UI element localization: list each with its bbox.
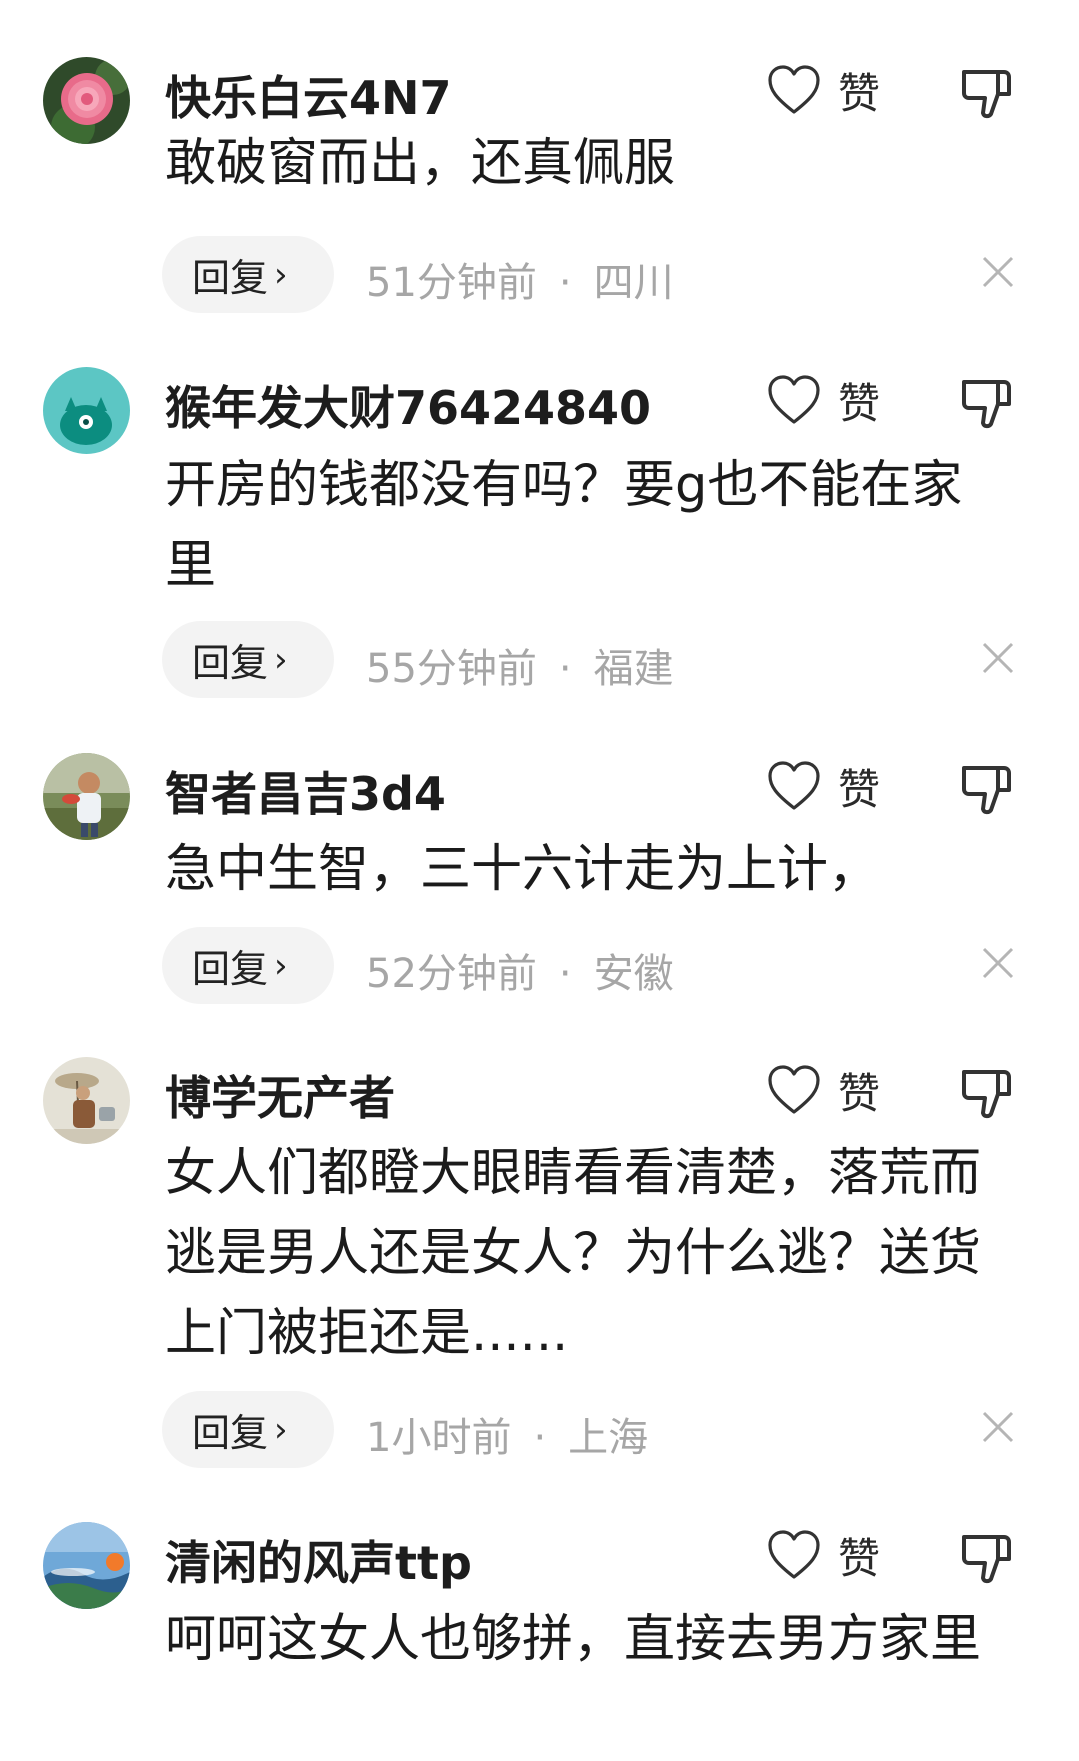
heart-icon[interactable] [766, 1529, 822, 1581]
like-label[interactable]: 赞 [838, 370, 880, 431]
comment-location: 四川 [593, 260, 674, 306]
like-label[interactable]: 赞 [838, 756, 880, 817]
comment-text: 呵呵这女人也够拼，直接去男方家里 [165, 1610, 982, 1669]
reply-label: 回复 [192, 1411, 269, 1455]
reply-button[interactable]: 回复 › [162, 927, 334, 1004]
avatar[interactable] [43, 1057, 130, 1144]
comment-text: 急中生智，三十六计走为上计， [165, 840, 880, 899]
close-icon[interactable] [978, 638, 1018, 678]
comment-time: 1小时前 [366, 1415, 512, 1461]
rose-avatar-icon [43, 57, 130, 144]
comment-time: 55分钟前 [366, 646, 537, 692]
heart-icon[interactable] [766, 374, 822, 426]
username[interactable]: 清闲的风声ttp [165, 1527, 472, 1593]
username[interactable]: 快乐白云4N7 [165, 62, 452, 128]
comment-location: 上海 [568, 1415, 649, 1461]
like-label[interactable]: 赞 [838, 1525, 880, 1586]
comment-meta: 52分钟前 · 安徽 [366, 941, 674, 999]
thumbs-down-icon[interactable] [958, 374, 1016, 432]
comment-text: 开房的钱都没有吗？要g也不能在家里 [165, 456, 963, 595]
like-label[interactable]: 赞 [838, 1060, 880, 1121]
heart-icon[interactable] [766, 1064, 822, 1116]
meta-separator: · [558, 951, 572, 997]
thumbs-down-icon[interactable] [958, 64, 1016, 122]
meta-separator: · [558, 260, 572, 306]
comment-location: 福建 [593, 646, 674, 692]
avatar[interactable] [43, 1522, 130, 1609]
comment-text: 女人们都瞪大眼睛看看清楚，落荒而逃是男人还是女人？为什么逃？送货上门被拒还是..… [165, 1144, 982, 1363]
avatar[interactable] [43, 57, 130, 144]
landscape-avatar-icon [43, 1522, 130, 1609]
chevron-right-icon: › [274, 945, 288, 986]
like-label[interactable]: 赞 [838, 60, 880, 121]
comment-meta: 55分钟前 · 福建 [366, 636, 674, 694]
comment-meta: 51分钟前 · 四川 [366, 250, 674, 308]
close-icon[interactable] [978, 1407, 1018, 1447]
meta-separator: · [533, 1415, 547, 1461]
avatar[interactable] [43, 367, 130, 454]
chevron-right-icon: › [274, 254, 288, 295]
reply-button[interactable]: 回复 › [162, 621, 334, 698]
comment-location: 安徽 [593, 951, 674, 997]
username[interactable]: 博学无产者 [165, 1062, 395, 1128]
reply-button[interactable]: 回复 › [162, 1391, 334, 1468]
comment-text: 敢破窗而出，还真佩服 [165, 134, 676, 193]
comment-meta: 1小时前 · 上海 [366, 1405, 648, 1463]
reply-button[interactable]: 回复 › [162, 236, 334, 313]
username[interactable]: 智者昌吉3d4 [165, 758, 446, 824]
reply-label: 回复 [192, 947, 269, 991]
painting-avatar-icon [43, 1057, 130, 1144]
thumbs-down-icon[interactable] [958, 1529, 1016, 1587]
thumbs-down-icon[interactable] [958, 760, 1016, 818]
comment-time: 51分钟前 [366, 260, 537, 306]
close-icon[interactable] [978, 943, 1018, 983]
child-photo-avatar-icon [43, 753, 130, 840]
close-icon[interactable] [978, 252, 1018, 292]
reply-label: 回复 [192, 641, 269, 685]
heart-icon[interactable] [766, 64, 822, 116]
heart-icon[interactable] [766, 760, 822, 812]
teal-cat-avatar-icon [43, 367, 130, 454]
chevron-right-icon: › [274, 1409, 288, 1450]
chevron-right-icon: › [274, 639, 288, 680]
reply-label: 回复 [192, 256, 269, 300]
username[interactable]: 猴年发大财76424840 [165, 372, 651, 438]
thumbs-down-icon[interactable] [958, 1064, 1016, 1122]
avatar[interactable] [43, 753, 130, 840]
meta-separator: · [558, 646, 572, 692]
comment-time: 52分钟前 [366, 951, 537, 997]
